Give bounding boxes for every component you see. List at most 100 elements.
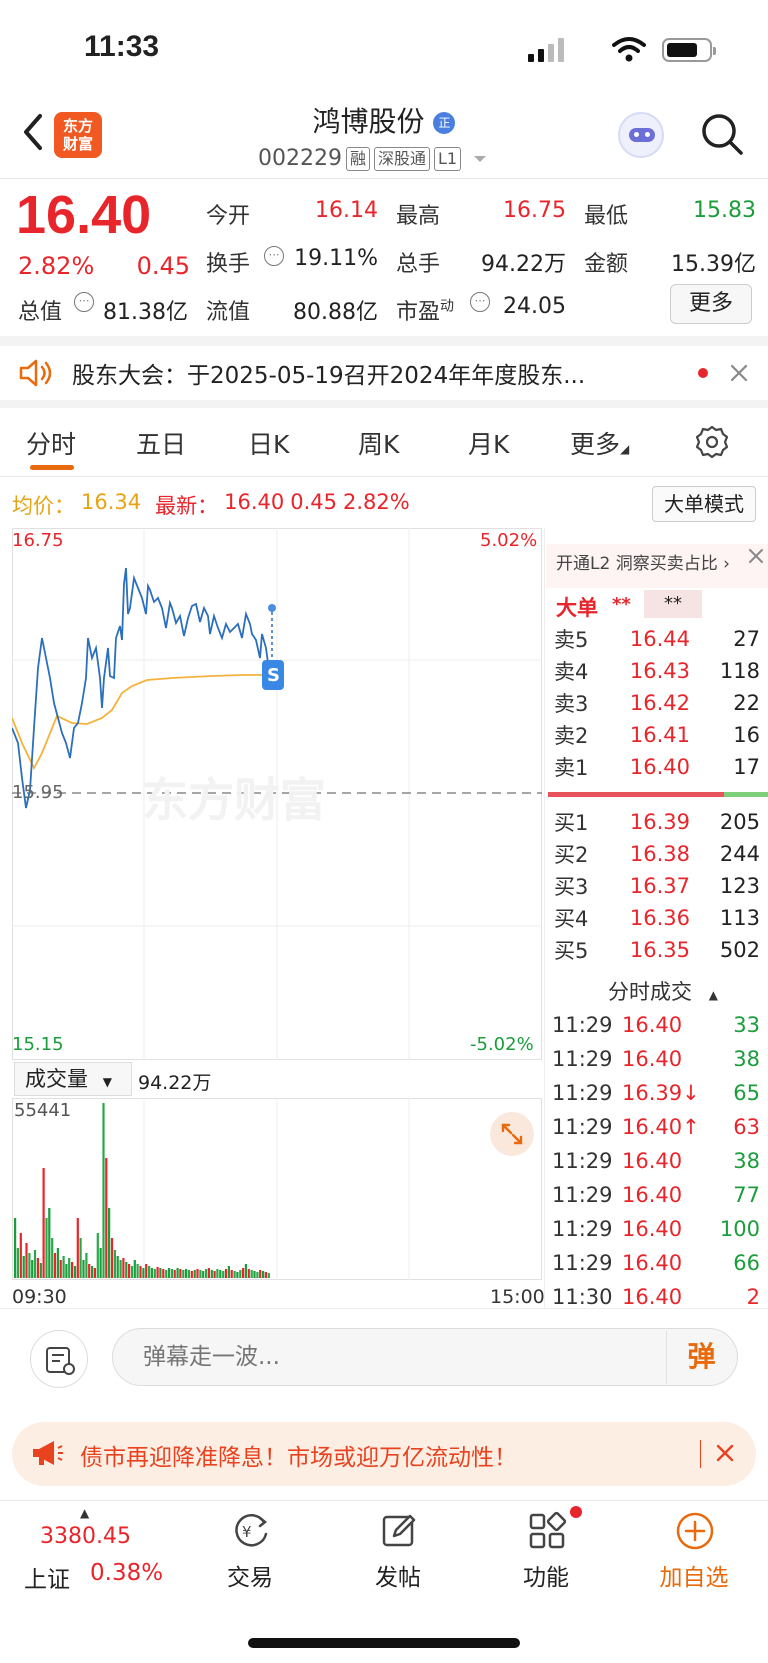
volume-bar <box>16 1248 19 1278</box>
notice-close-icon[interactable] <box>730 364 748 382</box>
bid-row-3[interactable]: 买3 16.37 123 <box>554 870 760 902</box>
tag-level: L1 <box>434 146 462 171</box>
expand-chart-button[interactable] <box>490 1112 534 1156</box>
search-icon[interactable] <box>700 112 744 156</box>
tab-five-day[interactable]: 五日 <box>136 425 186 461</box>
tick-row: 11:29 16.40 38 <box>552 1042 760 1076</box>
more-button[interactable]: 更多 <box>670 284 752 324</box>
ask-row-4[interactable]: 卖4 16.43 118 <box>554 655 760 687</box>
latest-value: 16.40 <box>224 490 285 514</box>
pe-info-icon[interactable]: ⋯ <box>470 292 490 312</box>
y-axis-mid: 15.95 <box>12 782 64 803</box>
nav-add-watchlist[interactable]: 加自选 <box>634 1510 754 1610</box>
ask-row-2[interactable]: 卖2 16.41 16 <box>554 719 760 751</box>
volume-bar <box>88 1264 91 1278</box>
volume-bar <box>31 1260 34 1278</box>
change-amt: 0.45 <box>136 252 190 280</box>
volume-bar <box>156 1267 159 1278</box>
index-ticker[interactable]: ▲ 3380.45 上证 0.38% <box>20 1506 180 1616</box>
volume-bar <box>136 1264 139 1278</box>
turnover-label: 换手 <box>206 252 251 277</box>
name-badge: 正 <box>433 112 456 134</box>
tab-weekly-k[interactable]: 周K <box>358 425 399 461</box>
robot-avatar-icon[interactable] <box>618 112 664 158</box>
volume-bar <box>262 1271 265 1278</box>
section-divider-2 <box>0 400 768 408</box>
volume-bar <box>213 1271 216 1278</box>
l2-promo-banner[interactable]: 开通L2 洞察买卖占比 › <box>546 544 768 588</box>
tab-more[interactable]: 更多◢ <box>570 425 629 461</box>
intraday-price-chart[interactable]: 东方财富 S <box>12 528 542 1060</box>
tick-volume: 38 <box>733 1047 760 1071</box>
ticks-collapse-icon: ▲ <box>708 988 718 1002</box>
tick-row: 11:29 16.40 77 <box>552 1178 760 1212</box>
volume-bar <box>42 1168 45 1278</box>
volume-chart[interactable] <box>12 1098 542 1280</box>
nav-trade-label: 交易 <box>227 1565 273 1591</box>
ticks-title[interactable]: 分时成交 ▲ <box>608 976 718 1006</box>
ask-row-5[interactable]: 卖5 16.44 27 <box>554 623 760 655</box>
tick-row: 11:29 16.40 33 <box>552 1008 760 1042</box>
amount-value: 15.39亿 <box>671 252 756 277</box>
tick-price: 16.40 <box>622 1183 683 1207</box>
add-circle-icon <box>676 1512 714 1550</box>
latest-pct: 2.82% <box>343 490 410 514</box>
settings-gear-icon[interactable] <box>694 424 730 460</box>
tab-monthly-k[interactable]: 月K <box>468 425 509 461</box>
big-order-value-2: ** <box>644 590 702 618</box>
volume-selector[interactable]: 成交量 ▼ <box>14 1062 132 1096</box>
danmu-input[interactable] <box>112 1328 738 1386</box>
volume-bar <box>242 1268 245 1278</box>
turnover-value: 19.11% <box>294 246 378 271</box>
tick-row: 11:29 16.40 38 <box>552 1144 760 1178</box>
tick-row: 11:29 16.40↑ 63 <box>552 1110 760 1144</box>
avg-value: 16.34 <box>81 490 142 514</box>
bid-row-5[interactable]: 买5 16.35 502 <box>554 934 760 966</box>
notice-text[interactable]: 股东大会：于2025-05-19召开2024年年度股东... <box>72 356 672 390</box>
nav-post[interactable]: 发帖 <box>338 1510 458 1610</box>
ask-row-3[interactable]: 卖3 16.42 22 <box>554 687 760 719</box>
volume-bar <box>119 1260 122 1278</box>
volume-bar <box>105 1158 108 1278</box>
tick-time: 11:29 <box>552 1013 613 1037</box>
nav-function[interactable]: 功能 <box>486 1506 606 1610</box>
price-info-line: 均价： 16.34 最新： 16.40 0.45 2.82% <box>12 490 410 520</box>
tab-intraday[interactable]: 分时 <box>26 425 76 461</box>
total-hands-label: 总手 <box>396 252 441 277</box>
market-cap-value: 81.38亿 <box>103 300 188 325</box>
nav-function-label: 功能 <box>523 1565 569 1591</box>
volume-bar <box>71 1262 74 1278</box>
danmu-send-button[interactable]: 弹 <box>666 1330 736 1384</box>
banner-text[interactable]: 债市再迎降准降息！市场或迎万亿流动性！ <box>80 1438 517 1472</box>
volume-bar <box>244 1264 247 1278</box>
tick-volume: 33 <box>733 1013 760 1037</box>
danmu-settings-button[interactable] <box>30 1330 88 1388</box>
volume-bar <box>142 1268 145 1278</box>
volume-bar <box>145 1264 148 1278</box>
turnover-info-icon[interactable]: ⋯ <box>264 246 284 266</box>
nav-trade[interactable]: ¥ 交易 <box>190 1510 310 1610</box>
pe-sup: 动 <box>440 298 455 315</box>
tab-active-indicator <box>30 465 74 470</box>
volume-bar <box>56 1248 59 1278</box>
bid-row-1[interactable]: 买1 16.39 205 <box>554 806 760 838</box>
volume-bar <box>256 1272 259 1278</box>
megaphone-icon <box>33 1441 63 1465</box>
tick-time: 11:29 <box>552 1081 613 1105</box>
volume-bar <box>125 1262 128 1278</box>
dropdown-icon[interactable] <box>471 153 489 165</box>
tab-daily-k[interactable]: 日K <box>248 425 289 461</box>
index-pct: 0.38% <box>90 1560 164 1586</box>
time-axis-start: 09:30 <box>12 1286 67 1308</box>
section-divider <box>0 336 768 346</box>
big-order-mode-button[interactable]: 大单模式 <box>652 486 756 522</box>
wifi-icon <box>612 37 646 62</box>
ask-row-1[interactable]: 卖1 16.40 17 <box>554 751 760 783</box>
banner-close-icon[interactable] <box>716 1444 734 1462</box>
volume-bar <box>182 1270 185 1278</box>
l2-promo-close-icon[interactable] <box>746 546 766 566</box>
bid-row-2[interactable]: 买2 16.38 244 <box>554 838 760 870</box>
bid-row-4[interactable]: 买4 16.36 113 <box>554 902 760 934</box>
tick-price: 16.40 <box>622 1047 683 1071</box>
post-edit-icon <box>382 1514 416 1547</box>
